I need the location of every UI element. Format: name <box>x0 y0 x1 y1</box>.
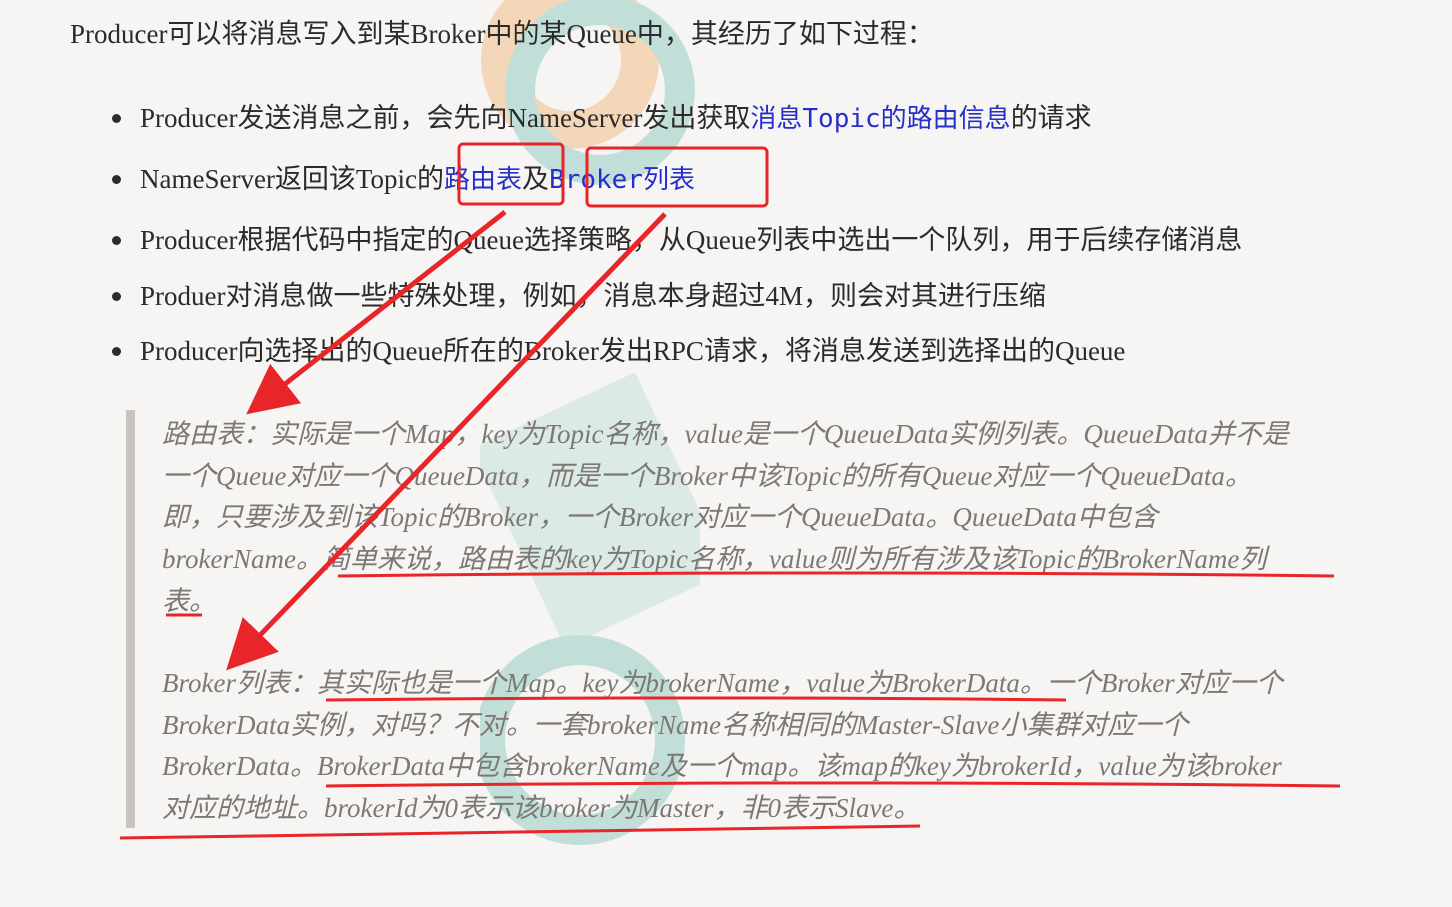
inline-code: 消息Topic的路由信息 <box>750 104 1011 134</box>
step-text: NameServer返回该Topic的 <box>140 164 445 194</box>
inline-code-route-table: 路由表 <box>444 165 523 195</box>
step-text: Produer对消息做一些特殊处理，例如，消息本身超过4M，则会对其进行压缩 <box>140 281 1046 311</box>
quote-line: 对应的地址。brokerId为0表示该broker为Master，非0表示Sla… <box>162 793 921 823</box>
quote-line: BrokerData实例，对吗？不对。一套brokerName名称相同的Mast… <box>162 710 1189 740</box>
step-text: Producer向选择出的Queue所在的Broker发出RPC请求，将消息发送… <box>140 336 1126 366</box>
quote-line: 一个Queue对应一个QueueData，而是一个Broker中该Topic的所… <box>162 461 1252 491</box>
inline-code-broker-list: Broker列表 <box>549 165 695 195</box>
quote-line: 表。 <box>162 586 216 616</box>
quote-line: Broker列表：其实际也是一个Map。key为brokerName，value… <box>162 668 1283 698</box>
step-text: 的请求 <box>1010 103 1092 133</box>
step-text: 及 <box>522 164 550 194</box>
quote-line: 路由表：实际是一个Map，key为Topic名称，value是一个QueueDa… <box>162 419 1289 449</box>
quote-line: 即，只要涉及到该Topic的Broker，一个Broker对应一个QueueDa… <box>162 502 1158 532</box>
quote-line: BrokerData。BrokerData中包含brokerName及一个map… <box>162 751 1282 781</box>
intro-paragraph: Producer可以将消息写入到某Broker中的某Queue中，其经历了如下过… <box>70 19 934 49</box>
step-text: Producer根据代码中指定的Queue选择策略，从Queue列表中选出一个队… <box>140 225 1243 255</box>
document-page: Producer可以将消息写入到某Broker中的某Queue中，其经历了如下过… <box>0 0 1452 902</box>
quote-line: brokerName。简单来说，路由表的key为Topic名称，value则为所… <box>162 544 1267 574</box>
step-text: Producer发送消息之前，会先向NameServer发出获取 <box>140 103 751 133</box>
